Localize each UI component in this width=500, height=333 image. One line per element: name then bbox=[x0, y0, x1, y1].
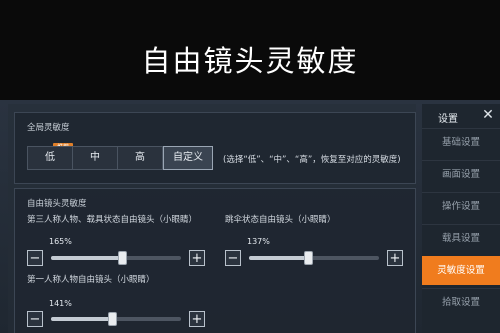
global-sensitivity-card: 全局灵敏度 推荐 低 中 高 自定义 (选择“低”、“中”、“高”，恢复至对应的… bbox=[14, 112, 416, 184]
sidebar-item-pickup[interactable]: 拾取设置 bbox=[422, 288, 500, 317]
slider-value: 137% bbox=[247, 237, 270, 246]
decrease-button[interactable]: − bbox=[27, 250, 43, 266]
sidebar-item-sensitivity[interactable]: 灵敏度设置 bbox=[422, 256, 500, 285]
slider-thumb[interactable] bbox=[118, 251, 127, 265]
sidebar-item-graphics[interactable]: 画面设置 bbox=[422, 160, 500, 189]
settings-sidebar: 设置 ✕ 基础设置 画面设置 操作设置 载具设置 灵敏度设置 拾取设置 bbox=[422, 104, 500, 333]
settings-screen: 全局灵敏度 推荐 低 中 高 自定义 (选择“低”、“中”、“高”，恢复至对应的… bbox=[0, 100, 500, 333]
free-camera-title: 自由镜头灵敏度 bbox=[27, 199, 87, 209]
level-high-button[interactable]: 高 bbox=[118, 146, 163, 170]
slider-fill bbox=[51, 256, 123, 260]
tpp-free-camera-slider: 第三人称人物、载具状态自由镜头（小眼睛） 165% − + bbox=[27, 213, 207, 266]
slider-track[interactable] bbox=[51, 312, 181, 326]
screenshot: 自由镜头灵敏度 全局灵敏度 推荐 低 中 高 自定义 (选择“低”、“中”、“高… bbox=[0, 0, 500, 333]
sidebar-item-basic[interactable]: 基础设置 bbox=[422, 128, 500, 157]
slider-label: 跳伞状态自由镜头（小眼睛） bbox=[225, 215, 336, 225]
sensitivity-level-selector: 低 中 高 自定义 bbox=[27, 146, 213, 170]
slider-label: 第三人称人物、载具状态自由镜头（小眼睛） bbox=[27, 215, 198, 225]
slider-track[interactable] bbox=[249, 251, 379, 265]
free-camera-card: 自由镜头灵敏度 第三人称人物、载具状态自由镜头（小眼睛） 165% − + 跳伞… bbox=[14, 188, 416, 333]
global-sensitivity-title: 全局灵敏度 bbox=[27, 123, 70, 133]
increase-button[interactable]: + bbox=[189, 311, 205, 327]
banner-title: 自由镜头灵敏度 bbox=[141, 44, 359, 78]
slider-track[interactable] bbox=[51, 251, 181, 265]
sensitivity-panel: 全局灵敏度 推荐 低 中 高 自定义 (选择“低”、“中”、“高”，恢复至对应的… bbox=[8, 104, 416, 333]
level-medium-button[interactable]: 中 bbox=[73, 146, 118, 170]
sidebar-title: 设置 bbox=[438, 114, 458, 125]
slider-fill bbox=[249, 256, 309, 260]
parachute-free-camera-slider: 跳伞状态自由镜头（小眼睛） 137% − + bbox=[225, 213, 405, 266]
level-hint: (选择“低”、“中”、“高”，恢复至对应的灵敏度) bbox=[223, 155, 401, 165]
sidebar-item-vehicle[interactable]: 载具设置 bbox=[422, 224, 500, 253]
increase-button[interactable]: + bbox=[189, 250, 205, 266]
sidebar-header: 设置 ✕ bbox=[422, 104, 500, 128]
slider-value: 141% bbox=[49, 299, 72, 308]
close-icon[interactable]: ✕ bbox=[480, 107, 496, 123]
level-custom-button[interactable]: 自定义 bbox=[163, 146, 213, 170]
decrease-button[interactable]: − bbox=[27, 311, 43, 327]
slider-thumb[interactable] bbox=[303, 251, 313, 265]
slider-thumb[interactable] bbox=[107, 312, 117, 326]
level-low-button[interactable]: 低 bbox=[27, 146, 73, 170]
fpp-free-camera-slider: 第一人称人物自由镜头（小眼睛） 141% − + bbox=[27, 273, 207, 329]
slider-fill bbox=[51, 317, 113, 321]
decrease-button[interactable]: − bbox=[225, 250, 241, 266]
slider-value: 165% bbox=[49, 237, 72, 246]
sidebar-item-controls[interactable]: 操作设置 bbox=[422, 192, 500, 221]
increase-button[interactable]: + bbox=[387, 250, 403, 266]
slider-label: 第一人称人物自由镜头（小眼睛） bbox=[27, 275, 155, 285]
